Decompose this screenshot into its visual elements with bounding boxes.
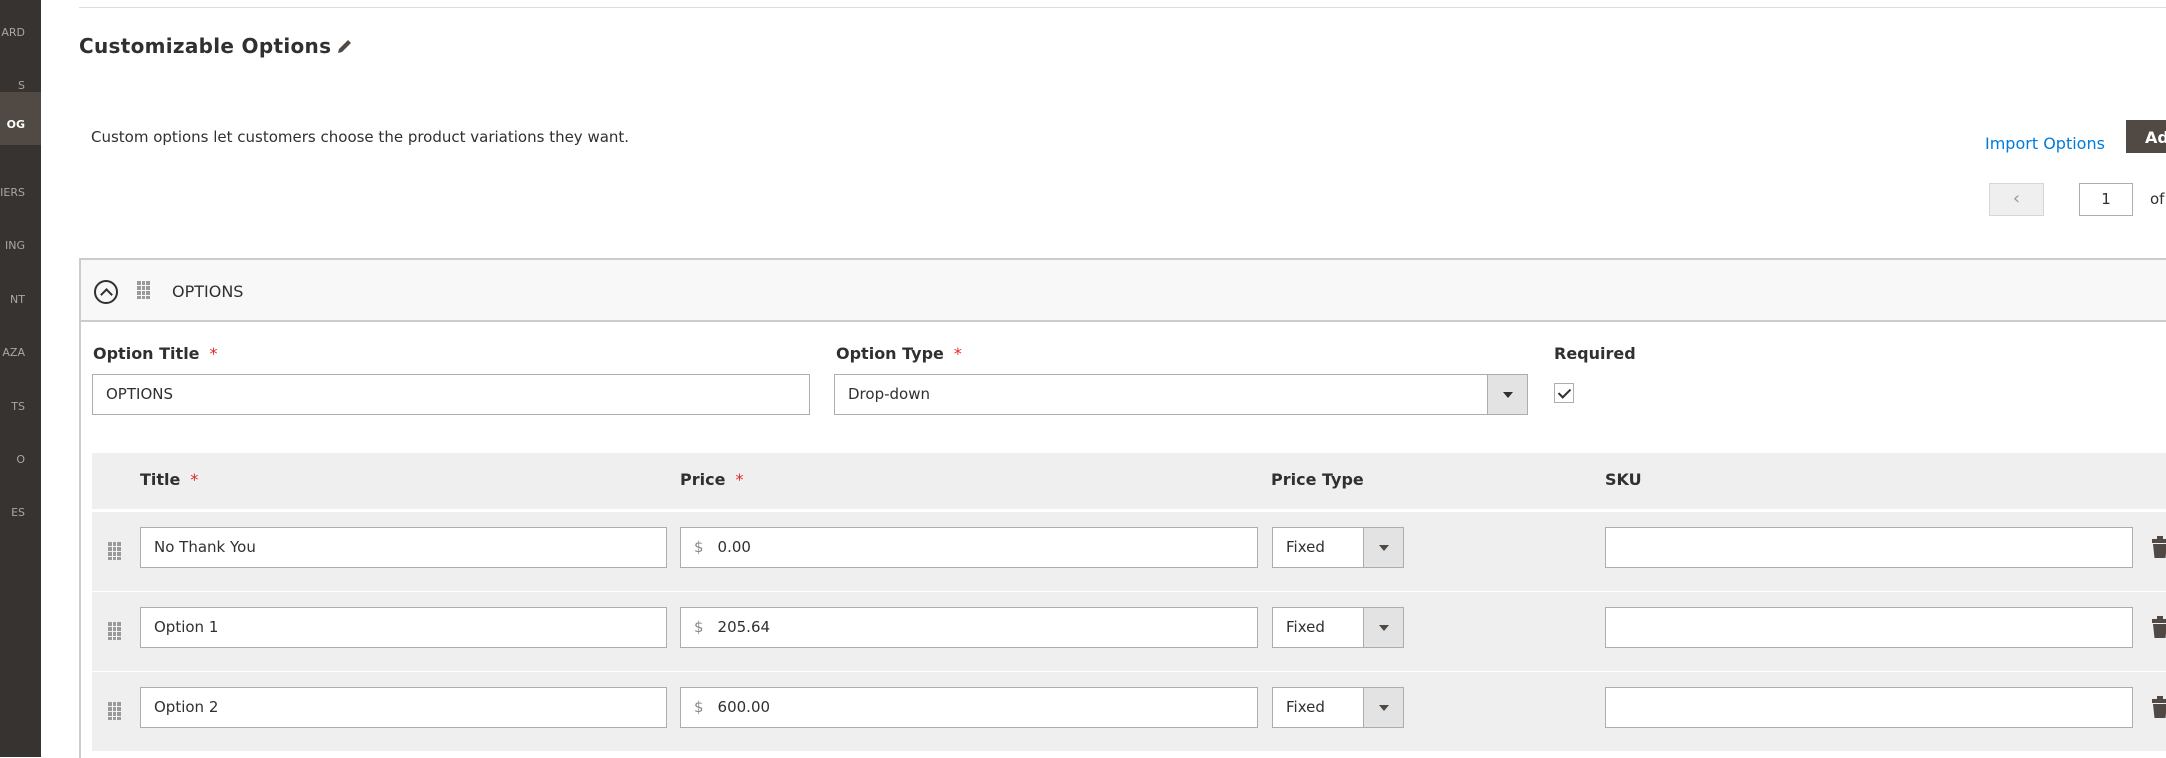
sidebar-item-catalog[interactable]: OG (0, 92, 41, 145)
option-type-label: Option Type * (836, 344, 962, 363)
row-sku-input[interactable] (1605, 527, 2133, 568)
pager-prev-button[interactable]: ‹ (1989, 183, 2044, 216)
option-header-title: OPTIONS (172, 282, 244, 301)
chevron-down-icon (1363, 688, 1403, 727)
option-type-select[interactable]: Drop-down (834, 374, 1528, 415)
option-title-input[interactable]: OPTIONS (92, 374, 810, 415)
row-title-input[interactable]: No Thank You (140, 527, 667, 568)
trash-icon[interactable] (2152, 536, 2166, 560)
sidebar-item-content[interactable]: NT (0, 267, 41, 320)
row-price-type-select[interactable]: Fixed (1272, 607, 1404, 648)
row-title-input[interactable]: Option 1 (140, 607, 667, 648)
pencil-icon[interactable] (335, 36, 355, 56)
table-row: Option 2 $600.00 Fixed (92, 672, 2166, 751)
chevron-down-icon (1363, 608, 1403, 647)
trash-icon[interactable] (2152, 616, 2166, 640)
sidebar-item-stores[interactable]: ES (0, 480, 41, 533)
import-options-link[interactable]: Import Options (1985, 134, 2105, 153)
header-sku: SKU (1605, 470, 1642, 489)
row-sku-input[interactable] (1605, 607, 2133, 648)
header-price-type: Price Type (1271, 470, 1364, 489)
add-option-button[interactable]: Ad (2126, 120, 2166, 153)
header-price: Price * (680, 470, 744, 489)
sidebar-item-marketplace[interactable]: AZA (0, 320, 41, 373)
page-number-input[interactable]: 1 (2079, 183, 2133, 216)
chevron-left-icon: ‹ (2012, 188, 2021, 209)
row-price-input[interactable]: $0.00 (680, 527, 1258, 568)
option-header[interactable]: OPTIONS (81, 260, 2166, 322)
required-asterisk: * (953, 344, 962, 363)
row-price-input[interactable]: $205.64 (680, 607, 1258, 648)
admin-sidebar: ARD S OG IERS ING NT AZA TS O ES (0, 0, 41, 757)
sidebar-item-reports[interactable]: TS (0, 374, 41, 427)
row-sku-input[interactable] (1605, 687, 2133, 728)
option-title-label: Option Title * (93, 344, 218, 363)
chevron-down-icon (1487, 375, 1527, 414)
values-table-header: Title * Price * Price Type SKU (92, 453, 2166, 509)
sidebar-item-store[interactable]: O (0, 427, 41, 480)
sidebar-item-customers[interactable]: IERS (0, 160, 41, 213)
required-checkbox[interactable] (1554, 383, 1574, 403)
required-asterisk: * (209, 344, 218, 363)
row-price-type-select[interactable]: Fixed (1272, 527, 1404, 568)
drag-handle-icon[interactable] (108, 702, 121, 720)
sidebar-item-marketing[interactable]: ING (0, 213, 41, 266)
row-title-input[interactable]: Option 2 (140, 687, 667, 728)
required-label: Required (1554, 344, 1636, 363)
page-of-label: of (2150, 190, 2165, 208)
header-title: Title * (140, 470, 199, 489)
sidebar-item-dashboard[interactable]: ARD (0, 0, 41, 53)
collapse-icon[interactable] (94, 280, 118, 304)
table-row: Option 1 $205.64 Fixed (92, 592, 2166, 671)
section-title: Customizable Options (79, 34, 332, 58)
chevron-down-icon (1363, 528, 1403, 567)
drag-handle-icon[interactable] (108, 622, 121, 640)
drag-handle-icon[interactable] (137, 281, 150, 299)
trash-icon[interactable] (2152, 696, 2166, 720)
table-row: No Thank You $0.00 Fixed (92, 512, 2166, 591)
divider (79, 7, 2166, 8)
drag-handle-icon[interactable] (108, 542, 121, 560)
row-price-input[interactable]: $600.00 (680, 687, 1258, 728)
row-price-type-select[interactable]: Fixed (1272, 687, 1404, 728)
section-description: Custom options let customers choose the … (91, 128, 630, 146)
